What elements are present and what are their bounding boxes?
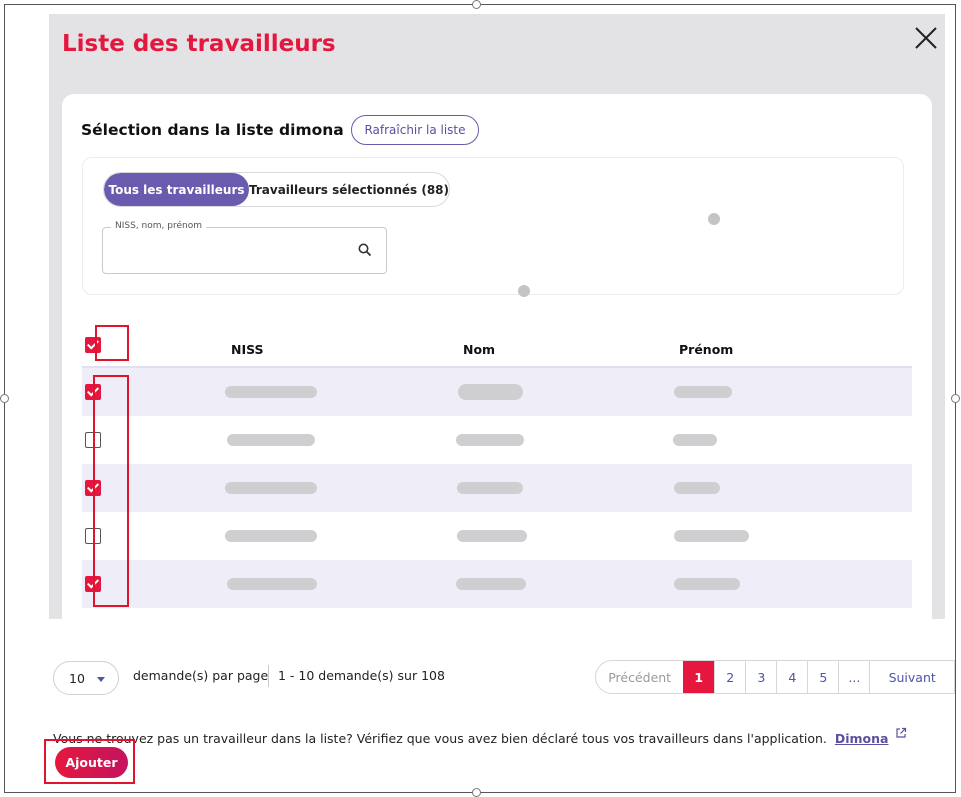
table-row[interactable] [82, 368, 912, 416]
resize-handle-left[interactable] [0, 394, 9, 403]
redacted-nom [457, 482, 523, 494]
dimona-link[interactable]: Dimona [835, 731, 889, 746]
dialog-title: Liste des travailleurs [62, 31, 336, 57]
redacted-nom [456, 434, 524, 446]
dimona-card: Sélection dans la liste dimona Rafraîchi… [62, 94, 932, 619]
card-title: Sélection dans la liste dimona [81, 121, 344, 139]
redacted-niss [227, 434, 315, 446]
missing-worker-notice: Vous ne trouvez pas un travailleur dans … [53, 727, 907, 746]
notice-text: Vous ne trouvez pas un travailleur dans … [53, 731, 827, 746]
highlight-row-checkboxes [93, 375, 129, 607]
highlight-select-all [95, 325, 129, 361]
next-button[interactable]: Suivant [869, 661, 954, 693]
resize-handle-right[interactable] [951, 394, 960, 403]
resize-handle-top[interactable] [472, 0, 481, 9]
page-4-button[interactable]: 4 [776, 661, 807, 693]
header-niss[interactable]: NISS [231, 342, 264, 357]
page-5-button[interactable]: 5 [807, 661, 838, 693]
table-row[interactable] [82, 512, 912, 560]
per-page-label: demande(s) par page [133, 668, 269, 683]
table-row[interactable] [82, 560, 912, 608]
redacted-prenom [674, 578, 740, 590]
redacted-nom [458, 384, 523, 400]
tab-selected-workers[interactable]: Travailleurs sélectionnés (88) [249, 173, 449, 206]
range-label: 1 - 10 demande(s) sur 108 [278, 668, 445, 683]
search-input[interactable] [111, 240, 351, 264]
previous-button[interactable]: Précédent [596, 661, 683, 693]
page-size-value: 10 [69, 670, 85, 686]
filter-panel: Tous les travailleurs Travailleurs sélec… [82, 157, 904, 295]
workers-dialog: Liste des travailleurs Sélection dans la… [49, 14, 945, 619]
close-icon[interactable] [912, 24, 940, 52]
redacted-niss [225, 530, 317, 542]
redacted-niss [227, 578, 317, 590]
external-link-icon[interactable] [895, 727, 907, 739]
decorative-dot [708, 213, 720, 225]
highlight-add-button [44, 739, 135, 784]
redacted-prenom [674, 386, 732, 398]
refresh-button[interactable]: Rafraîchir la liste [351, 115, 479, 145]
search-icon[interactable] [357, 242, 373, 258]
table-row[interactable] [82, 416, 912, 464]
divider [268, 665, 269, 687]
header-prenom[interactable]: Prénom [679, 342, 733, 357]
tab-all-workers[interactable]: Tous les travailleurs [104, 173, 249, 206]
page-size-select[interactable]: 10 [53, 661, 119, 695]
header-nom[interactable]: Nom [463, 342, 495, 357]
redacted-prenom [674, 530, 749, 542]
page-ellipsis: ... [838, 661, 869, 693]
page-1-button[interactable]: 1 [683, 661, 715, 693]
pagination: Précédent 1 2 3 4 5 ... Suivant [595, 660, 955, 694]
decorative-dot [518, 285, 530, 297]
redacted-niss [225, 482, 317, 494]
search-label: NISS, nom, prénom [111, 221, 206, 231]
chevron-down-icon [97, 677, 105, 682]
page-2-button[interactable]: 2 [714, 661, 745, 693]
redacted-prenom [673, 434, 717, 446]
table-row[interactable] [82, 464, 912, 512]
redacted-nom [456, 578, 526, 590]
worker-tabs: Tous les travailleurs Travailleurs sélec… [103, 172, 450, 207]
redacted-prenom [674, 482, 720, 494]
page-3-button[interactable]: 3 [745, 661, 776, 693]
redacted-niss [225, 386, 317, 398]
redacted-nom [457, 530, 527, 542]
search-field[interactable]: NISS, nom, prénom [102, 221, 387, 274]
resize-handle-bottom[interactable] [472, 788, 481, 797]
